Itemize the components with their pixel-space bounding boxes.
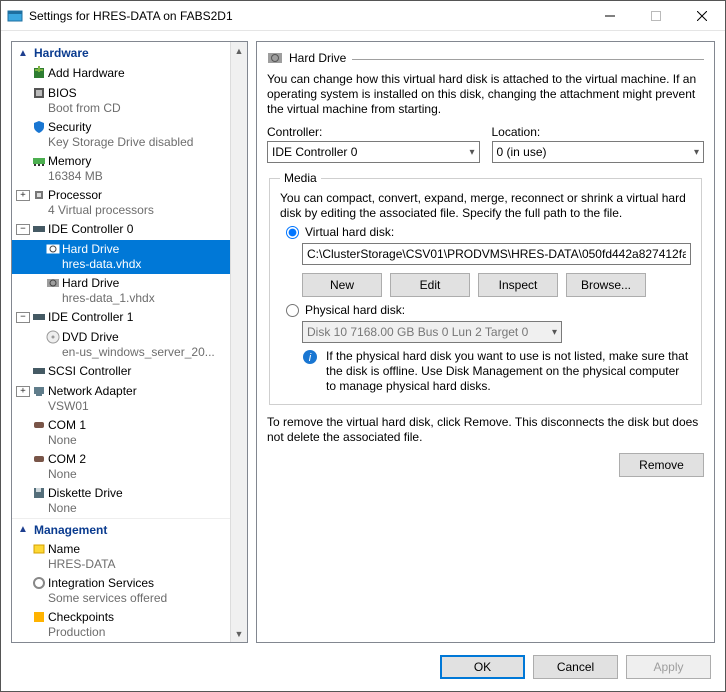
vhd-path-input[interactable] <box>302 243 691 265</box>
location-label: Location: <box>492 125 705 139</box>
chevron-down-icon: ▾ <box>694 147 699 158</box>
expand-icon[interactable]: + <box>16 386 30 397</box>
minimize-button[interactable] <box>587 1 633 31</box>
chevron-up-icon: ▲ <box>16 48 30 59</box>
app-icon <box>7 8 23 24</box>
new-button[interactable]: New <box>302 273 382 297</box>
tree-ide1-dvd[interactable]: DVD Driveen-us_windows_server_20... <box>12 328 247 362</box>
tree-scrollbar[interactable]: ▲ ▼ <box>230 42 247 642</box>
hard-drive-icon <box>267 50 283 66</box>
chip-icon <box>30 86 48 100</box>
media-group: Media You can compact, convert, expand, … <box>269 171 702 405</box>
media-legend: Media <box>280 171 321 185</box>
inspect-button[interactable]: Inspect <box>478 273 558 297</box>
tree-bios[interactable]: BIOSBoot from CD <box>12 84 247 118</box>
collapse-icon[interactable]: − <box>16 312 30 323</box>
controller-icon <box>30 364 48 378</box>
controller-icon <box>30 222 48 236</box>
tree-diskette[interactable]: Diskette DriveNone <box>12 484 247 518</box>
apply-button: Apply <box>626 655 711 679</box>
tag-icon <box>30 542 48 556</box>
separator <box>352 59 704 60</box>
tree-memory[interactable]: Memory16384 MB <box>12 152 247 186</box>
chevron-down-icon: ▾ <box>552 327 557 338</box>
scroll-down-icon[interactable]: ▼ <box>231 625 247 642</box>
settings-detail: Hard Drive You can change how this virtu… <box>256 41 715 643</box>
info-icon: i <box>302 349 318 394</box>
panel-title: Hard Drive <box>289 51 346 65</box>
serial-port-icon <box>30 418 48 432</box>
radio-virtual-disk[interactable] <box>286 226 299 239</box>
memory-icon <box>30 154 48 168</box>
tree-integration[interactable]: Integration ServicesSome services offere… <box>12 574 247 608</box>
controller-label: Controller: <box>267 125 480 139</box>
serial-port-icon <box>30 452 48 466</box>
cancel-button[interactable]: Cancel <box>533 655 618 679</box>
radio-physical-disk-label: Physical hard disk: <box>305 303 405 317</box>
collapse-icon[interactable]: − <box>16 224 30 235</box>
tree-com1[interactable]: COM 1None <box>12 416 247 450</box>
hard-drive-icon <box>44 276 62 290</box>
location-select[interactable]: 0 (in use)▾ <box>492 141 705 163</box>
network-icon <box>30 384 48 398</box>
ok-button[interactable]: OK <box>440 655 525 679</box>
add-hardware-icon <box>30 66 48 80</box>
cpu-icon <box>30 188 48 202</box>
radio-physical-disk[interactable] <box>286 304 299 317</box>
chevron-down-icon: ▾ <box>469 147 474 158</box>
diskette-icon <box>30 486 48 500</box>
controller-select[interactable]: IDE Controller 0▾ <box>267 141 480 163</box>
tree-name[interactable]: NameHRES-DATA <box>12 540 247 574</box>
tree-smart-paging[interactable]: Smart Paging File Location <box>12 642 247 643</box>
tree-processor[interactable]: + Processor4 Virtual processors <box>12 186 247 220</box>
maximize-button[interactable] <box>633 1 679 31</box>
tree-ide0[interactable]: − IDE Controller 0 <box>12 220 247 240</box>
tree-security[interactable]: SecurityKey Storage Drive disabled <box>12 118 247 152</box>
remove-description: To remove the virtual hard disk, click R… <box>267 415 704 445</box>
panel-description: You can change how this virtual hard dis… <box>267 72 704 117</box>
scroll-up-icon[interactable]: ▲ <box>231 42 247 59</box>
media-description: You can compact, convert, expand, merge,… <box>280 191 691 221</box>
tree-com2[interactable]: COM 2None <box>12 450 247 484</box>
section-management[interactable]: ▲ Management <box>12 518 247 540</box>
tree-network[interactable]: + Network AdapterVSW01 <box>12 382 247 416</box>
settings-tree[interactable]: ▲ Hardware Add Hardware BIOSBoot from CD… <box>11 41 248 643</box>
tree-ide0-hd1[interactable]: Hard Drivehres-data.vhdx <box>12 240 247 274</box>
edit-button[interactable]: Edit <box>390 273 470 297</box>
tree-add-hardware[interactable]: Add Hardware <box>12 64 247 84</box>
remove-button[interactable]: Remove <box>619 453 704 477</box>
window-title: Settings for HRES-DATA on FABS2D1 <box>29 9 587 23</box>
tree-ide0-hd2[interactable]: Hard Drivehres-data_1.vhdx <box>12 274 247 308</box>
section-hardware[interactable]: ▲ Hardware <box>12 42 247 64</box>
shield-icon <box>30 120 48 134</box>
checkpoint-icon <box>30 610 48 624</box>
expand-icon[interactable]: + <box>16 190 30 201</box>
tree-checkpoints[interactable]: CheckpointsProduction <box>12 608 247 642</box>
settings-window: Settings for HRES-DATA on FABS2D1 ▲ Hard… <box>0 0 726 692</box>
browse-button[interactable]: Browse... <box>566 273 646 297</box>
hard-drive-icon <box>44 242 62 256</box>
physical-disk-info: If the physical hard disk you want to us… <box>326 349 691 394</box>
controller-icon <box>30 310 48 324</box>
chevron-up-icon: ▲ <box>16 524 30 535</box>
dialog-footer: OK Cancel Apply <box>1 643 725 691</box>
tree-ide1[interactable]: − IDE Controller 1 <box>12 308 247 328</box>
physical-disk-select: Disk 10 7168.00 GB Bus 0 Lun 2 Target 0▾ <box>302 321 562 343</box>
tree-scsi[interactable]: SCSI Controller <box>12 362 247 382</box>
titlebar: Settings for HRES-DATA on FABS2D1 <box>1 1 725 31</box>
dvd-icon <box>44 330 62 344</box>
close-button[interactable] <box>679 1 725 31</box>
services-icon <box>30 576 48 590</box>
radio-virtual-disk-label: Virtual hard disk: <box>305 225 394 239</box>
